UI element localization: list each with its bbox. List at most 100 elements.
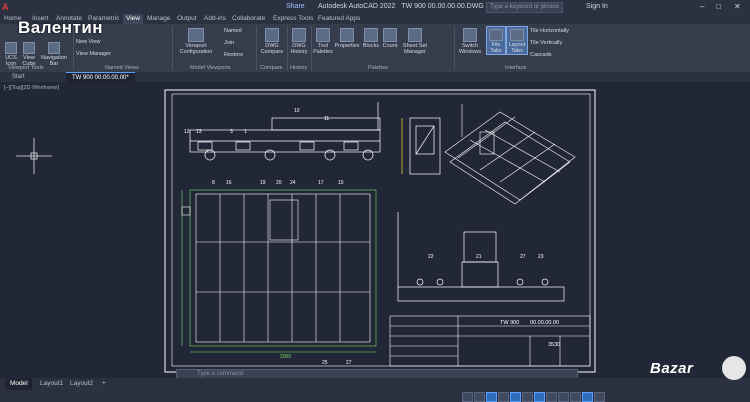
layout-tabs-bar: Model Layout1 Layout2 + — [0, 378, 750, 390]
model-space-icon[interactable] — [462, 392, 473, 402]
sheet-set-icon — [408, 28, 422, 42]
isometric-view — [444, 104, 576, 205]
close-icon[interactable]: ✕ — [734, 0, 741, 14]
snap-icon[interactable] — [486, 392, 497, 402]
title-bar: A Share Autodesk AutoCAD 2022 TW 900 00.… — [0, 0, 750, 15]
tool-palettes-button[interactable]: Tool Palettes — [313, 28, 333, 55]
tool-palettes-icon — [316, 28, 330, 42]
panel-named-views: Named Views — [105, 65, 139, 71]
panel-compare: Compare — [260, 65, 283, 71]
side-view — [401, 117, 441, 175]
file-title: TW 900 00.00.00.00.DWG — [401, 3, 484, 10]
callout-22: 22 — [428, 254, 434, 260]
tab-add-ins[interactable]: Add-ins — [204, 14, 226, 24]
callout-21: 21 — [476, 254, 482, 260]
layout-tab-layout2[interactable]: Layout2 — [66, 378, 97, 390]
ortho-icon[interactable] — [498, 392, 509, 402]
dimension-2000: 2000 — [280, 354, 291, 360]
layout-tabs-icon — [510, 29, 524, 41]
ucs-icon-button[interactable]: UCS Icon — [2, 42, 20, 67]
cascade-button[interactable]: Cascade — [530, 52, 552, 58]
callout-24: 24 — [290, 180, 296, 186]
lineweight-icon[interactable] — [546, 392, 557, 402]
title-block — [389, 315, 591, 367]
callout-27: 27 — [346, 360, 352, 366]
callout-27b: 27 — [520, 254, 526, 260]
annotation-scale-icon[interactable] — [558, 392, 569, 402]
status-bar — [0, 390, 750, 402]
drawing-viewport[interactable]: [–][Top][2D Wireframe] 10 11 12 13 3 1 8… — [0, 82, 750, 378]
count-icon — [383, 28, 397, 42]
navigation-bar-button[interactable]: Navigation Bar — [40, 42, 68, 67]
compare-icon — [265, 28, 279, 42]
panel-palettes: Palettes — [368, 65, 388, 71]
panel-interface: Interface — [505, 65, 527, 71]
blocks-button[interactable]: Blocks — [362, 28, 380, 49]
dwg-compare-button[interactable]: DWG Compare — [259, 28, 285, 55]
maximize-icon[interactable]: □ — [716, 0, 721, 14]
panel-model-viewports: Model Viewports — [190, 65, 231, 71]
plan-view — [181, 189, 377, 353]
sheet-set-manager-button[interactable]: Sheet Set Manager — [400, 28, 430, 55]
tab-output[interactable]: Output — [177, 14, 197, 24]
inner-frame — [171, 93, 591, 367]
tile-vertically-button[interactable]: Tile Vertically — [530, 40, 562, 46]
dwg-history-button[interactable]: DWG History — [289, 28, 309, 55]
count-button[interactable]: Count — [381, 28, 399, 49]
otrack-icon[interactable] — [534, 392, 545, 402]
viewport-configuration-button[interactable]: Viewport Configuration — [176, 28, 216, 55]
callout-8: 8 — [212, 180, 215, 186]
ribbon-panel: Валентин UCS Icon View Cube Navigation B… — [0, 18, 750, 73]
file-tab-start[interactable]: Start — [6, 72, 31, 82]
autocad-logo[interactable]: A — [2, 0, 9, 14]
customize-icon[interactable] — [594, 392, 605, 402]
bazar-watermark: Bazar — [650, 360, 694, 377]
tile-horizontally-button[interactable]: Tile Horizontally — [530, 28, 569, 34]
named-viewports-button[interactable]: Named — [224, 28, 242, 34]
join-viewports-button[interactable]: Join — [224, 40, 234, 46]
sign-in-button[interactable]: Sign In — [586, 0, 608, 14]
callout-19: 19 — [260, 180, 266, 186]
grid-icon[interactable] — [474, 392, 485, 402]
view-manager-button[interactable]: View Manager — [76, 51, 111, 57]
title-block-name: TW 900 — [500, 320, 519, 326]
layout-tabs-toggle[interactable]: Layout Tabs — [506, 26, 528, 55]
units-icon[interactable] — [582, 392, 593, 402]
osnap-icon[interactable] — [522, 392, 533, 402]
history-icon — [292, 28, 306, 42]
tab-express-tools[interactable]: Express Tools — [273, 14, 313, 24]
file-tabs-toggle[interactable]: File Tabs — [486, 26, 506, 55]
tab-collaborate[interactable]: Collaborate — [232, 14, 265, 24]
callout-16: 16 — [226, 180, 232, 186]
share-button[interactable]: Share — [286, 0, 305, 14]
elevation-view — [189, 102, 381, 161]
minimize-icon[interactable]: – — [700, 0, 704, 14]
add-layout-icon[interactable]: + — [98, 378, 110, 390]
tab-view[interactable]: View — [123, 14, 143, 24]
app-title: Autodesk AutoCAD 2022 — [318, 3, 396, 10]
tab-manage[interactable]: Manage — [147, 14, 171, 24]
drawing-canvas[interactable]: 10 11 12 13 3 1 8 16 19 20 24 17 15 2000… — [0, 82, 750, 378]
file-tabs-icon — [489, 29, 503, 41]
callout-3: 3 — [230, 129, 233, 135]
properties-button[interactable]: Properties — [334, 28, 360, 49]
callout-20: 20 — [276, 180, 282, 186]
callout-17: 17 — [318, 180, 324, 186]
switch-windows-button[interactable]: Switch Windows — [456, 28, 484, 55]
nav-bar-icon — [48, 42, 60, 54]
blocks-icon — [364, 28, 378, 42]
properties-icon — [340, 28, 354, 42]
callout-23: 23 — [538, 254, 544, 260]
callout-11: 11 — [324, 116, 329, 122]
polar-icon[interactable] — [510, 392, 521, 402]
tab-featured-apps[interactable]: Featured Apps — [318, 14, 360, 24]
layout-tab-model[interactable]: Model — [6, 378, 32, 390]
restore-viewports-button[interactable]: Restore — [224, 52, 243, 58]
search-input[interactable]: Type a keyword or phrase — [486, 2, 563, 13]
workspace-icon[interactable] — [570, 392, 581, 402]
layout-tab-layout1[interactable]: Layout1 — [36, 378, 67, 390]
view-cube-button[interactable]: View Cube — [20, 42, 38, 67]
panel-viewport-tools: Viewport Tools — [8, 65, 44, 71]
new-view-button[interactable]: New View — [76, 39, 100, 45]
title-block-code: 00.00.00.00 — [530, 320, 559, 326]
